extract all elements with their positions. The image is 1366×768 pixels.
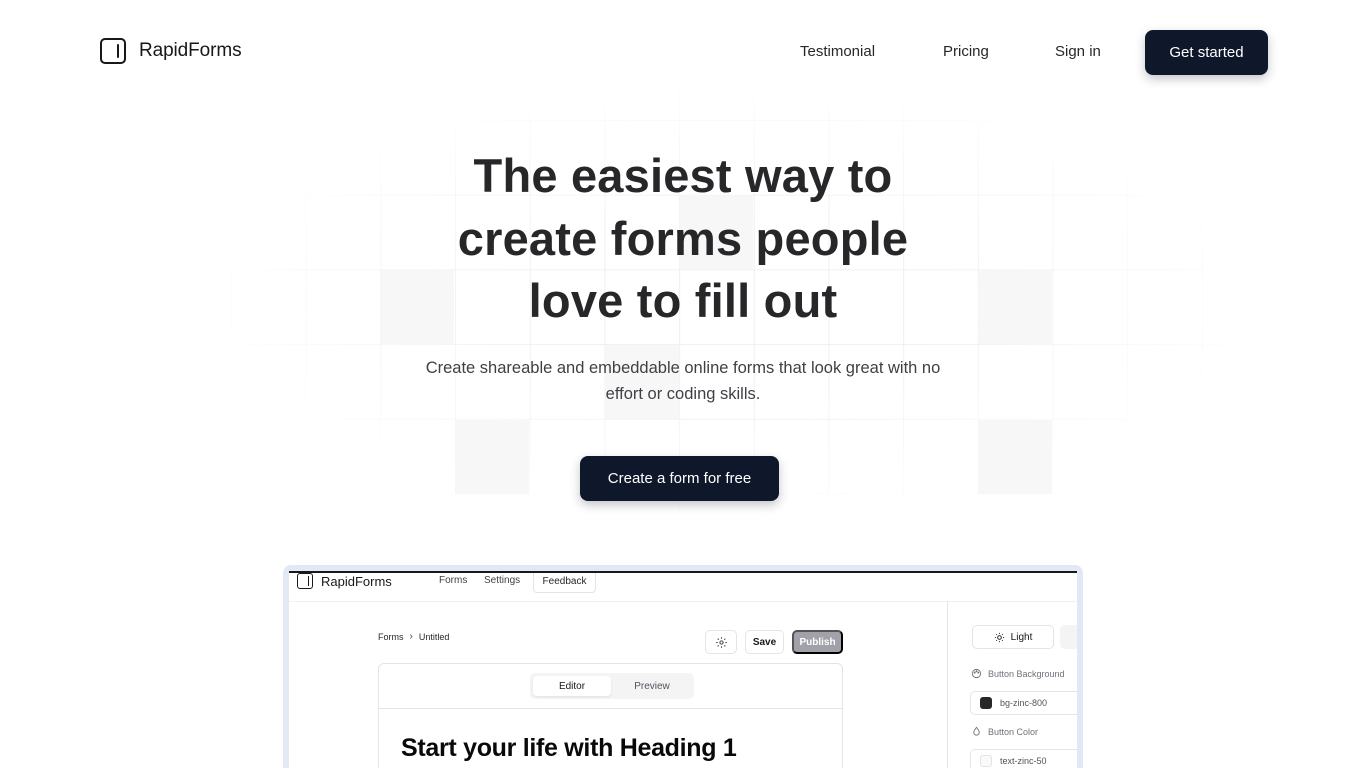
preview-brand: RapidForms — [297, 573, 392, 589]
grid-cell — [455, 420, 529, 494]
nav-link-pricing[interactable]: Pricing — [943, 43, 989, 60]
logo-icon — [297, 573, 313, 589]
logo-icon — [100, 38, 126, 64]
chevron-right-icon: › — [409, 631, 413, 642]
breadcrumb: Forms › Untitled — [378, 631, 449, 642]
contrast-icon — [973, 726, 980, 736]
hero-title-line: create forms people — [457, 211, 909, 265]
button-background-label-text: Button Background — [988, 668, 1065, 679]
breadcrumb-forms[interactable]: Forms — [378, 632, 404, 642]
publish-button[interactable]: Publish — [792, 630, 843, 654]
divider — [379, 708, 842, 709]
hero-title-line: The easiest way to — [473, 149, 893, 202]
gear-icon — [715, 636, 727, 648]
color-swatch — [980, 755, 992, 767]
nav-link-sign-in[interactable]: Sign in — [1055, 43, 1101, 60]
button-color-input[interactable]: text-zinc-50 — [970, 749, 1077, 768]
divider — [289, 601, 1077, 602]
top-navigation: RapidForms Testimonial Pricing Sign in G… — [0, 0, 1366, 104]
settings-button[interactable] — [705, 630, 737, 654]
editor-tabs: Editor Preview — [530, 673, 694, 699]
button-color-label: Button Color — [971, 726, 1038, 737]
grid-cell — [978, 270, 1052, 344]
app-preview-frame: RapidForms Forms Settings Feedback Forms… — [283, 565, 1083, 768]
form-heading[interactable]: Start your life with Heading 1 — [401, 734, 737, 763]
create-form-button[interactable]: Create a form for free — [580, 456, 779, 501]
breadcrumb-untitled: Untitled — [418, 631, 450, 642]
editor-card: Editor Preview Start your life with Head… — [378, 663, 843, 768]
button-background-input[interactable]: bg-zinc-800 — [970, 691, 1077, 715]
hero-subtitle: Create shareable and embeddable online f… — [393, 355, 973, 407]
preview-brand-name: RapidForms — [321, 573, 392, 589]
hero-subtitle-line: Create shareable and embeddable online f… — [425, 359, 941, 377]
app-preview: RapidForms Forms Settings Feedback Forms… — [289, 571, 1077, 768]
get-started-button[interactable]: Get started — [1145, 30, 1268, 75]
brand-logo-link[interactable]: RapidForms — [100, 38, 242, 64]
tab-preview[interactable]: Preview — [614, 676, 690, 696]
hero-subtitle-line: effort or coding skills. — [605, 385, 761, 403]
divider — [947, 601, 948, 768]
preview-nav-forms[interactable]: Forms — [439, 575, 467, 586]
button-color-value: text-zinc-50 — [1000, 756, 1047, 766]
button-color-label-text: Button Color — [988, 726, 1039, 737]
button-background-label: Button Background — [971, 668, 1065, 679]
tab-editor[interactable]: Editor — [533, 676, 611, 696]
grid-cell — [978, 420, 1052, 494]
save-button[interactable]: Save — [745, 630, 784, 654]
nav-link-testimonial[interactable]: Testimonial — [800, 43, 875, 60]
color-swatch — [980, 697, 992, 709]
hero-title: The easiest way to create forms people l… — [383, 145, 983, 333]
brand-name: RapidForms — [139, 40, 242, 61]
palette-icon — [971, 668, 982, 679]
hero-title-line: love to fill out — [528, 274, 838, 327]
preview-nav-settings[interactable]: Settings — [484, 575, 520, 586]
theme-light-button[interactable]: Light — [972, 625, 1054, 649]
sun-icon — [994, 632, 1004, 642]
preview-nav-feedback[interactable]: Feedback — [533, 573, 596, 593]
button-background-value: bg-zinc-800 — [1000, 698, 1048, 708]
theme-dark-button[interactable] — [1060, 625, 1077, 649]
theme-label: Light — [1010, 631, 1033, 643]
